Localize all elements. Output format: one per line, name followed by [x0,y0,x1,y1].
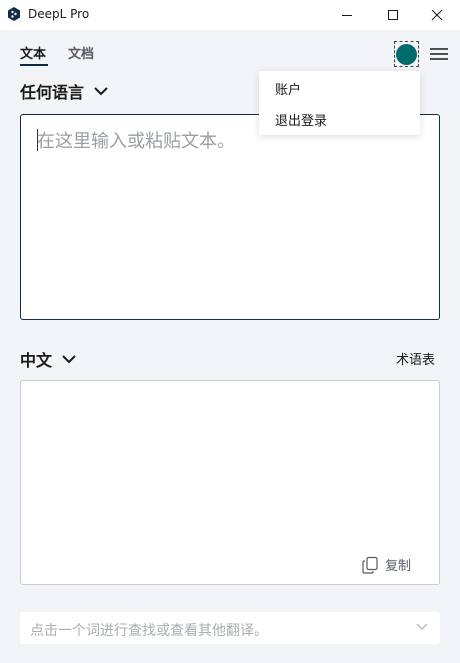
target-language-label: 中文 [20,351,53,370]
menu-item-account[interactable]: 账户 [275,79,301,98]
account-dropdown: 账户 退出登录 [259,71,420,135]
minimize-button[interactable] [324,0,370,30]
alternatives-hint-bar[interactable]: 点击一个词进行查找或查看其他翻译。 [20,612,440,644]
source-language-selector[interactable]: 任何语言 [20,79,108,103]
app-window: DeepL Pro 文本 文档 任何语言 在这里输入或粘贴文本。 账户 退出登录… [0,0,460,663]
tab-documents[interactable]: 文档 [68,43,94,62]
hint-text: 点击一个词进行查找或查看其他翻译。 [30,623,268,639]
title-bar: DeepL Pro [0,0,460,30]
copy-label: 复制 [385,559,412,574]
account-button[interactable] [394,41,419,67]
chevron-down-icon [94,87,108,96]
maximize-button[interactable] [370,0,416,30]
close-button[interactable] [414,0,460,30]
source-text-input[interactable] [37,127,427,307]
copy-button[interactable]: 复制 [361,555,411,574]
chevron-down-icon [416,623,428,631]
active-tab-indicator [20,64,48,66]
tab-text[interactable]: 文本 [20,43,46,62]
glossary-button[interactable]: 术语表 [396,349,435,368]
maximize-icon [388,10,398,20]
menu-item-logout[interactable]: 退出登录 [275,110,327,129]
minimize-icon [342,15,352,16]
target-language-selector[interactable]: 中文 [20,347,76,371]
source-text-box [20,114,440,320]
deepl-logo-icon [8,7,20,21]
source-language-label: 任何语言 [20,83,85,102]
hamburger-menu-icon[interactable] [429,47,449,61]
copy-icon [362,556,378,574]
window-title: DeepL Pro [28,7,90,21]
target-text-box[interactable]: 复制 [20,380,440,585]
chevron-down-icon [62,355,76,364]
close-icon [431,9,443,21]
avatar [396,43,417,65]
